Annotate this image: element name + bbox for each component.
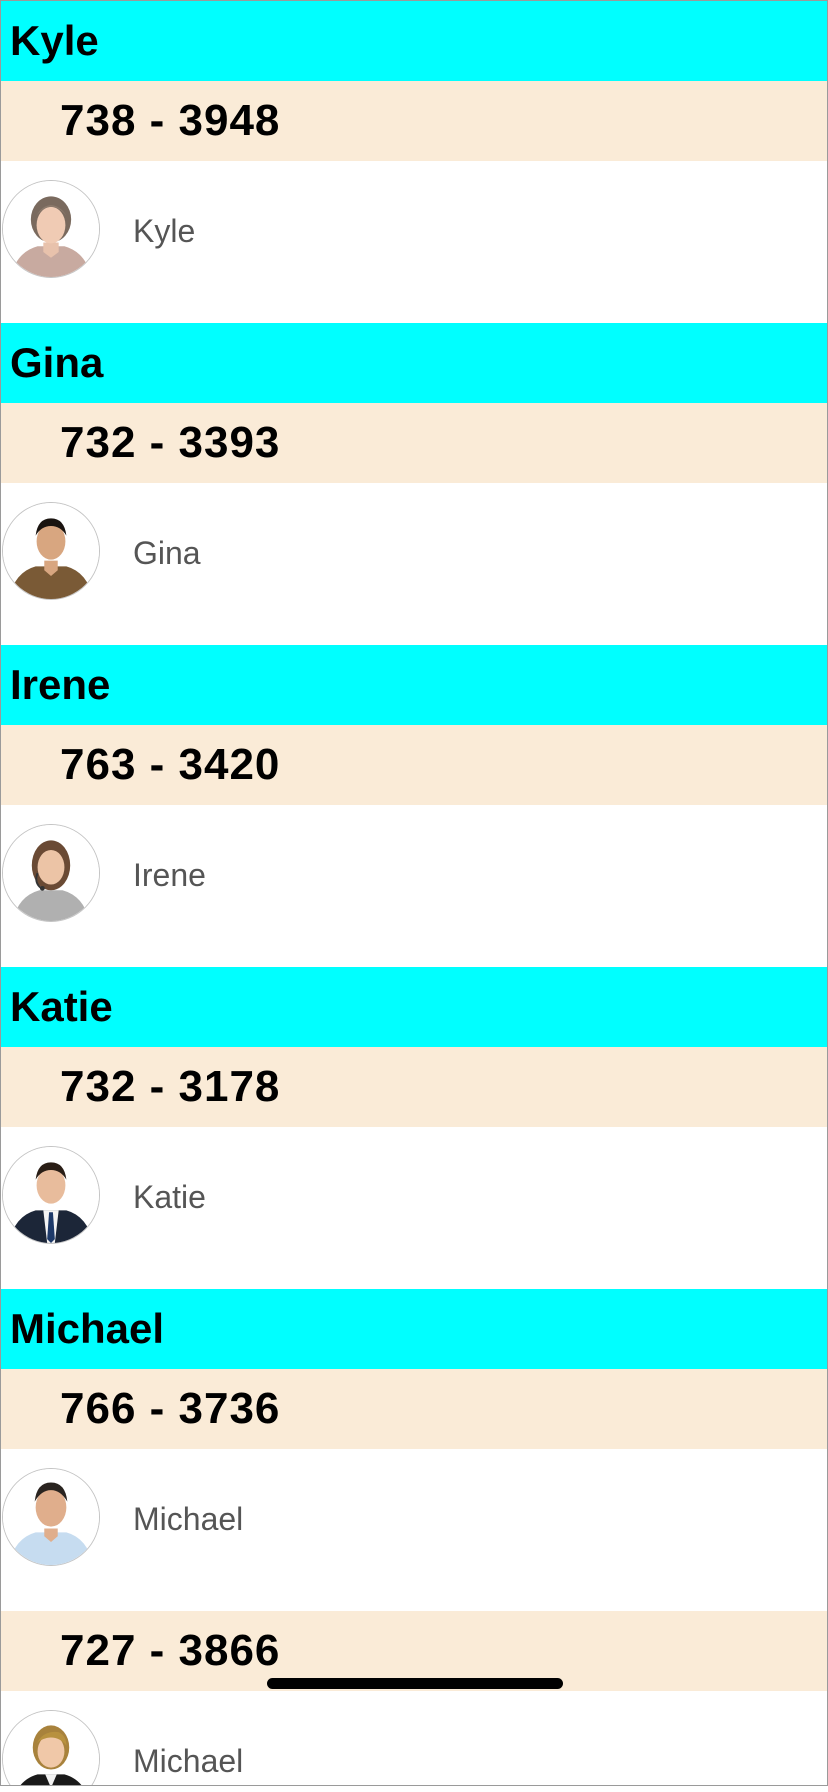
row-separator [1, 1589, 827, 1611]
phone-row: 732 - 3393 [1, 403, 827, 483]
group-header-katie: Katie [1, 967, 827, 1047]
contact-name: Irene [133, 857, 206, 893]
avatar-portrait-icon [3, 825, 99, 921]
avatar-portrait-icon [3, 1469, 99, 1565]
phone-number: 727 - 3866 [60, 1626, 281, 1675]
contact-row[interactable]: Katie [1, 1127, 827, 1267]
avatar-portrait-icon [3, 503, 99, 599]
group-header-label: Katie [10, 983, 113, 1030]
group-header-label: Gina [10, 339, 104, 386]
avatar [2, 1468, 100, 1566]
contact-row[interactable]: Michael [1, 1691, 827, 1785]
phone-row: 763 - 3420 [1, 725, 827, 805]
contact-name: Kyle [133, 213, 196, 249]
avatar-portrait-icon [3, 181, 99, 277]
contact-name: Michael [133, 1743, 244, 1779]
row-separator [1, 1267, 827, 1289]
phone-row: 732 - 3178 [1, 1047, 827, 1127]
contact-row[interactable]: Irene [1, 805, 827, 945]
phone-number: 732 - 3178 [60, 1062, 281, 1111]
group-header-label: Michael [10, 1305, 165, 1352]
contact-name: Michael [133, 1501, 244, 1537]
contact-row[interactable]: Michael [1, 1449, 827, 1589]
contact-row[interactable]: Gina [1, 483, 827, 623]
avatar [2, 502, 100, 600]
contact-list[interactable]: Kyle 738 - 3948 Kyle Gina 732 - 3393 Gin… [1, 1, 827, 1785]
avatar [2, 1146, 100, 1244]
phone-number: 763 - 3420 [60, 740, 281, 789]
group-header-gina: Gina [1, 323, 827, 403]
group-header-label: Kyle [10, 17, 99, 64]
group-header-irene: Irene [1, 645, 827, 725]
phone-number: 766 - 3736 [60, 1384, 281, 1433]
avatar [2, 824, 100, 922]
home-indicator[interactable] [267, 1678, 563, 1689]
avatar [2, 1710, 100, 1785]
avatar-portrait-icon [3, 1711, 99, 1785]
contact-row[interactable]: Kyle [1, 161, 827, 301]
row-separator [1, 623, 827, 645]
phone-number: 738 - 3948 [60, 96, 281, 145]
phone-row: 766 - 3736 [1, 1369, 827, 1449]
group-header-michael: Michael [1, 1289, 827, 1369]
group-header-kyle: Kyle [1, 1, 827, 81]
contact-name: Gina [133, 535, 201, 571]
avatar-portrait-icon [3, 1147, 99, 1243]
row-separator [1, 301, 827, 323]
avatar [2, 180, 100, 278]
app-window: Kyle 738 - 3948 Kyle Gina 732 - 3393 Gin… [0, 0, 828, 1786]
contact-name: Katie [133, 1179, 206, 1215]
row-separator [1, 945, 827, 967]
phone-row: 738 - 3948 [1, 81, 827, 161]
group-header-label: Irene [10, 661, 111, 708]
phone-number: 732 - 3393 [60, 418, 281, 467]
